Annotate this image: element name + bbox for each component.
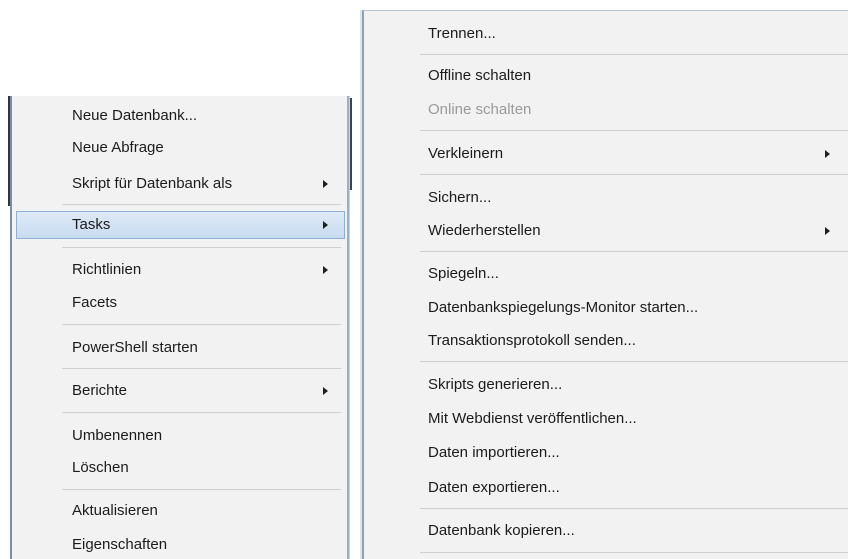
menu-separator <box>420 361 848 362</box>
menu-item-label: Spiegeln... <box>428 265 499 282</box>
menu-item-properties[interactable]: Eigenschaften <box>12 531 347 559</box>
background-window-edge <box>349 98 352 190</box>
menu-item-label: Datenbank kopieren... <box>428 522 575 539</box>
menu-item-shrink[interactable]: Verkleinern <box>364 140 848 168</box>
menu-separator <box>62 412 341 413</box>
database-context-menu: Neue Datenbank... Neue Abfrage Skript fü… <box>10 96 349 559</box>
menu-item-label: Aktualisieren <box>72 502 158 519</box>
menu-item-bring-online: Online schalten <box>364 96 848 124</box>
menu-item-ship-transaction-logs[interactable]: Transaktionsprotokoll senden... <box>364 327 848 355</box>
menu-item-label: PowerShell starten <box>72 339 198 356</box>
menu-item-publish-web-service[interactable]: Mit Webdienst veröffentlichen... <box>364 405 848 433</box>
submenu-arrow-icon <box>323 221 328 229</box>
menu-item-label: Richtlinien <box>72 261 142 278</box>
menu-item-start-powershell[interactable]: PowerShell starten <box>12 334 347 362</box>
menu-separator <box>420 174 848 175</box>
menu-item-reports[interactable]: Berichte <box>12 377 347 405</box>
menu-item-new-query[interactable]: Neue Abfrage <box>12 134 347 162</box>
menu-separator <box>420 508 848 509</box>
menu-separator <box>62 204 341 205</box>
menu-item-script-database-as[interactable]: Skript für Datenbank als <box>12 170 347 198</box>
menu-item-import-data[interactable]: Daten importieren... <box>364 439 848 467</box>
submenu-arrow-icon <box>825 150 830 158</box>
menu-item-generate-scripts[interactable]: Skripts generieren... <box>364 371 848 399</box>
menu-item-label: Daten exportieren... <box>428 479 560 496</box>
menu-item-label: Skript für Datenbank als <box>72 175 233 192</box>
menu-item-back-up[interactable]: Sichern... <box>364 184 848 212</box>
menu-item-label: Sichern... <box>428 189 492 206</box>
menu-item-label: Tasks <box>72 216 111 233</box>
menu-item-refresh[interactable]: Aktualisieren <box>12 497 347 525</box>
submenu-arrow-icon <box>323 266 328 274</box>
menu-item-label: Skripts generieren... <box>428 376 563 393</box>
menu-item-new-database[interactable]: Neue Datenbank... <box>12 102 347 130</box>
menu-item-label: Berichte <box>72 382 128 399</box>
menu-item-label: Neue Datenbank... <box>72 107 198 124</box>
menu-item-label: Wiederherstellen <box>428 222 541 239</box>
tasks-submenu: Trennen... Offline schalten Online schal… <box>362 10 848 559</box>
menu-item-tasks[interactable]: Tasks <box>16 211 345 239</box>
submenu-arrow-icon <box>323 387 328 395</box>
menu-separator <box>420 130 848 131</box>
menu-item-label: Neue Abfrage <box>72 139 164 156</box>
menu-separator <box>420 552 848 553</box>
menu-separator <box>62 368 341 369</box>
menu-separator <box>62 324 341 325</box>
menu-item-label: Offline schalten <box>428 67 532 84</box>
menu-item-copy-database[interactable]: Datenbank kopieren... <box>364 517 848 545</box>
menu-item-label: Umbenennen <box>72 427 163 444</box>
menu-item-label: Löschen <box>72 459 129 476</box>
menu-item-export-data[interactable]: Daten exportieren... <box>364 474 848 502</box>
menu-separator <box>62 247 341 248</box>
menu-item-rename[interactable]: Umbenennen <box>12 422 347 450</box>
menu-item-label: Mit Webdienst veröffentlichen... <box>428 410 637 427</box>
menu-item-delete[interactable]: Löschen <box>12 454 347 482</box>
submenu-arrow-icon <box>323 180 328 188</box>
menu-item-detach[interactable]: Trennen... <box>364 20 848 48</box>
menu-item-facets[interactable]: Facets <box>12 289 347 317</box>
menu-item-mirror[interactable]: Spiegeln... <box>364 260 848 288</box>
menu-item-policies[interactable]: Richtlinien <box>12 256 347 284</box>
menu-item-label: Eigenschaften <box>72 536 168 553</box>
menu-item-label: Online schalten <box>428 101 532 118</box>
menu-item-label: Verkleinern <box>428 145 504 162</box>
menu-item-label: Trennen... <box>428 25 496 42</box>
menu-item-label: Transaktionsprotokoll senden... <box>428 332 636 349</box>
menu-item-label: Datenbankspiegelungs-Monitor starten... <box>428 299 699 316</box>
menu-separator <box>420 251 848 252</box>
menu-item-launch-mirroring-monitor[interactable]: Datenbankspiegelungs-Monitor starten... <box>364 294 848 322</box>
menu-separator <box>62 489 341 490</box>
menu-item-label: Facets <box>72 294 118 311</box>
submenu-arrow-icon <box>825 227 830 235</box>
menu-item-take-offline[interactable]: Offline schalten <box>364 62 848 90</box>
menu-item-label: Daten importieren... <box>428 444 560 461</box>
menu-item-restore[interactable]: Wiederherstellen <box>364 217 848 245</box>
menu-separator <box>420 54 848 55</box>
